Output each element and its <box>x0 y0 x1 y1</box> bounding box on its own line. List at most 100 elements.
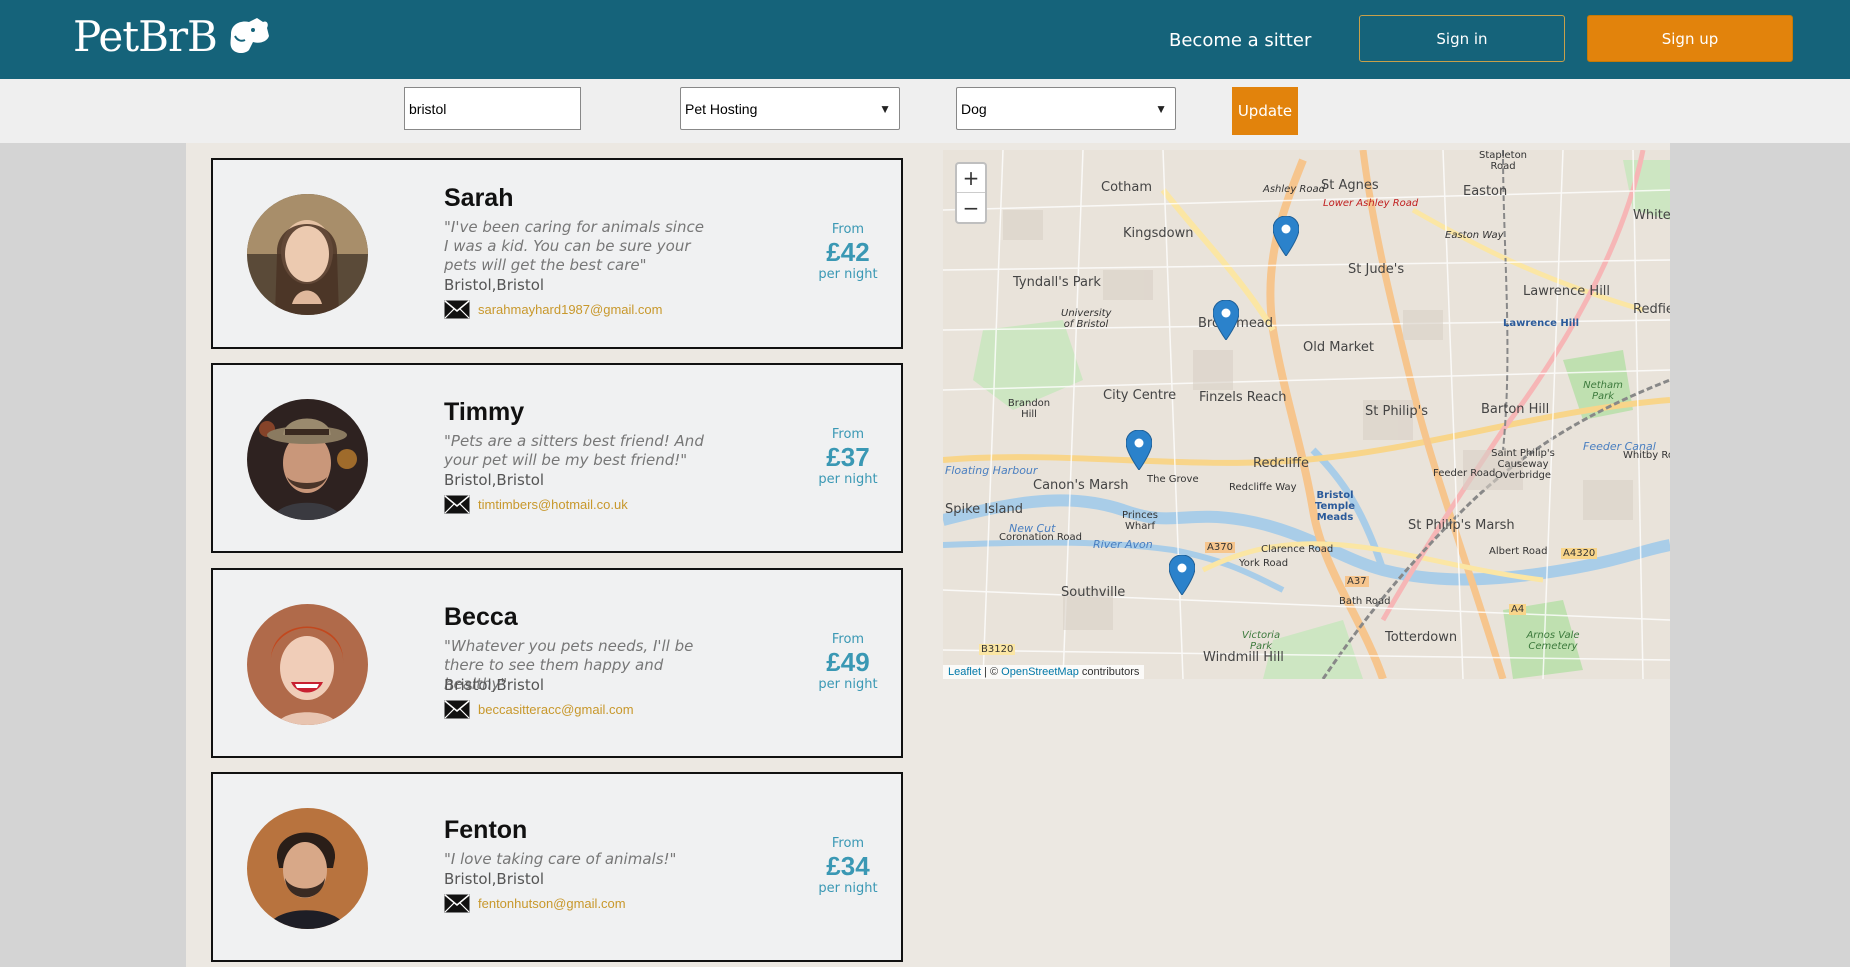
update-button[interactable]: Update <box>1232 87 1298 135</box>
attribution-separator: | © <box>981 666 1002 678</box>
avatar <box>247 808 368 929</box>
map-label: York Road <box>1239 558 1289 569</box>
map-label: Easton Way <box>1445 230 1504 241</box>
sitter-location: Bristol,Bristol <box>444 276 545 294</box>
attribution-suffix: contributors <box>1078 666 1140 678</box>
price-amount: £42 <box>826 237 870 267</box>
map-label: Southville <box>1061 585 1126 600</box>
avatar-image <box>247 604 368 725</box>
map-marker-icon[interactable] <box>1126 430 1152 470</box>
map-label: River Avon <box>1093 538 1153 551</box>
zoom-control: + − <box>955 162 987 224</box>
map-label: Kingsdown <box>1123 226 1194 241</box>
price-from-label: From <box>831 632 865 647</box>
sitter-name: Becca <box>444 603 518 631</box>
sitter-quote: "I've been caring for animals since I wa… <box>444 218 704 274</box>
map-label: Clarence Road <box>1261 544 1334 555</box>
sitter-quote: "I love taking care of animals!" <box>444 850 677 868</box>
price-amount: £37 <box>826 442 870 472</box>
sitter-card[interactable]: Becca "Whatever you pets needs, I'll be … <box>211 568 903 758</box>
map-label: Netham Park <box>1583 380 1623 402</box>
map-label: St Jude's <box>1348 262 1405 277</box>
logo-text: PetBrB <box>73 12 218 61</box>
zoom-in-button[interactable]: + <box>957 164 985 193</box>
openstreetmap-link[interactable]: OpenStreetMap <box>1001 666 1079 678</box>
sitter-email-link[interactable]: sarahmayhard1987@gmail.com <box>478 302 662 317</box>
avatar-image <box>247 399 368 520</box>
map-label: The Grove <box>1147 474 1199 485</box>
price-box: From £42 per night <box>808 222 888 282</box>
price-box: From £49 per night <box>808 632 888 692</box>
map-label: Feeder Road <box>1433 468 1496 479</box>
map-label: A37 <box>1345 576 1369 587</box>
sitter-name: Timmy <box>444 398 525 426</box>
sitter-email-link[interactable]: timtimbers@hotmail.co.uk <box>478 497 628 512</box>
map-label: B3120 <box>979 644 1016 655</box>
price-box: From £34 per night <box>808 836 888 896</box>
sitter-card[interactable]: Sarah "I've been caring for animals sinc… <box>211 158 903 349</box>
map-label: St Philip's <box>1365 404 1428 419</box>
map-label: Spike Island <box>945 502 1023 517</box>
map-label: Princes Wharf <box>1122 510 1158 532</box>
map-label: Lawrence Hill <box>1523 284 1611 299</box>
top-header: PetBrB Become a sitter Sign in Sign up <box>0 0 1850 79</box>
sitter-card[interactable]: Fenton "I love taking care of animals!" … <box>211 772 903 962</box>
map-label: City Centre <box>1103 388 1177 403</box>
avatar <box>247 194 368 315</box>
map-label: A370 <box>1205 542 1235 553</box>
map-marker-icon[interactable] <box>1213 300 1239 340</box>
sitter-name: Sarah <box>444 184 514 212</box>
filter-bar <box>0 79 1850 143</box>
price-box: From £37 per night <box>808 427 888 487</box>
sitter-card[interactable]: Timmy "Pets are a sitters best friend! A… <box>211 363 903 553</box>
avatar-image <box>247 194 368 315</box>
map-label: White <box>1633 208 1670 223</box>
sitter-email-link[interactable]: beccasitteracc@gmail.com <box>478 702 634 717</box>
location-input[interactable]: bristol <box>404 87 581 130</box>
service-select[interactable]: Pet Hosting ▼ <box>680 87 900 130</box>
pet-type-select[interactable]: Dog ▼ <box>956 87 1176 130</box>
map-label: Floating Harbour <box>945 464 1038 477</box>
map-label: Finzels Reach <box>1199 390 1287 405</box>
envelope-icon <box>444 495 470 514</box>
envelope-icon <box>444 700 470 719</box>
map-label: Redcliffe Way <box>1229 482 1297 493</box>
logo[interactable]: PetBrB <box>73 12 271 61</box>
price-per-night: per night <box>818 472 878 487</box>
sitter-location: Bristol,Bristol <box>444 870 545 888</box>
map-attribution: Leaflet | © OpenStreetMap contributors <box>943 665 1145 679</box>
map-view[interactable]: Cotham Kingsdown Tyndall's Park St Agnes… <box>943 150 1670 679</box>
map-label: Ashley Road <box>1263 184 1325 195</box>
map-label: Victoria Park <box>1241 630 1281 652</box>
map-label: Bristol Temple Meads <box>1315 490 1356 523</box>
map-label: Brandon Hill <box>1007 398 1051 420</box>
price-from-label: From <box>831 836 865 851</box>
map-label: A4 <box>1509 604 1527 615</box>
map-label: University of Bristol <box>1061 308 1112 330</box>
map-label: Bath Road <box>1339 596 1391 607</box>
map-label: Arnos Vale Cemetery <box>1526 630 1580 652</box>
sign-in-button[interactable]: Sign in <box>1359 15 1565 62</box>
sitter-name: Fenton <box>444 816 528 844</box>
avatar-image <box>247 808 368 929</box>
map-label: Redcliffe <box>1253 456 1310 471</box>
zoom-out-button[interactable]: − <box>957 193 985 222</box>
sitter-location: Bristol,Bristol <box>444 471 545 489</box>
map-label: Windmill Hill <box>1203 650 1284 665</box>
price-amount: £49 <box>826 647 870 677</box>
map-label: Albert Road <box>1489 546 1548 557</box>
map-marker-icon[interactable] <box>1169 555 1195 595</box>
price-amount: £34 <box>826 851 870 881</box>
chevron-down-icon: ▼ <box>879 101 891 116</box>
become-sitter-link[interactable]: Become a sitter <box>1169 30 1311 51</box>
service-select-value: Pet Hosting <box>685 100 758 117</box>
avatar <box>247 399 368 520</box>
map-label: Feeder Canal <box>1583 440 1656 453</box>
map-label: Cotham <box>1101 180 1152 195</box>
sitter-email-link[interactable]: fentonhutson@gmail.com <box>478 896 626 911</box>
sign-up-button[interactable]: Sign up <box>1587 15 1793 62</box>
pet-select-value: Dog <box>961 100 987 117</box>
map-marker-icon[interactable] <box>1273 216 1299 256</box>
leaflet-link[interactable]: Leaflet <box>948 666 981 678</box>
price-per-night: per night <box>818 881 878 896</box>
